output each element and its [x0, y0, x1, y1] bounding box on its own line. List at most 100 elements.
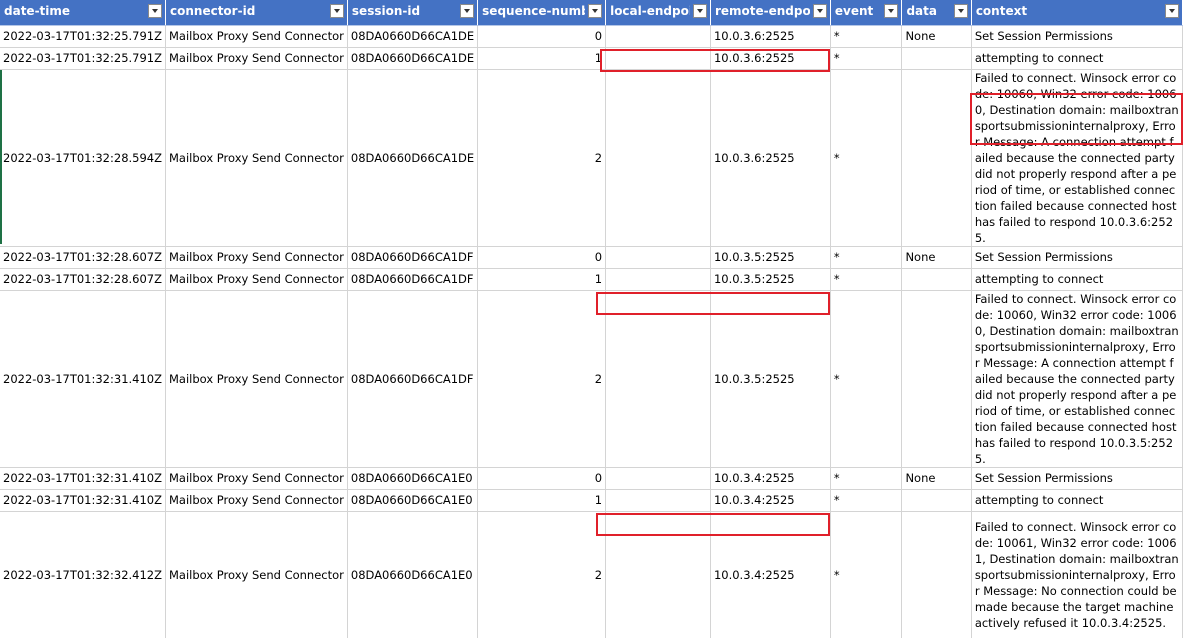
cell-context[interactable]: Failed to connect. Winsock error code: 1… [971, 290, 1183, 468]
cell-context[interactable]: Failed to connect. Winsock error code: 1… [971, 511, 1183, 638]
cell-remote-endpoint[interactable]: 10.0.3.4:2525 [710, 467, 831, 490]
filter-dropdown-icon[interactable] [148, 4, 162, 18]
table-row: 2022-03-17T01:32:31.410Z Mailbox Proxy Se… [0, 290, 1183, 468]
cell-event[interactable]: * [830, 47, 903, 70]
filter-dropdown-icon[interactable] [460, 4, 475, 18]
cell-data[interactable] [901, 268, 972, 291]
cell-event[interactable]: * [830, 69, 903, 247]
cell-session-id[interactable]: 08DA0660D66CA1E0 [347, 467, 479, 490]
cell-sequence-number[interactable]: 1 [477, 47, 607, 70]
filter-dropdown-icon[interactable] [884, 4, 899, 18]
cell-event[interactable]: * [830, 467, 903, 490]
cell-context[interactable]: attempting to connect [971, 489, 1183, 512]
column-header-connector-id[interactable]: connector-id [165, 0, 348, 26]
cell-sequence-number[interactable]: 0 [477, 25, 607, 48]
cell-event[interactable]: * [830, 25, 903, 48]
cell-local-endpoint[interactable] [605, 268, 711, 291]
cell-local-endpoint[interactable] [605, 467, 711, 490]
cell-context[interactable]: Set Session Permissions [971, 467, 1183, 490]
cell-connector-id[interactable]: Mailbox Proxy Send Connector [165, 25, 348, 48]
cell-connector-id[interactable]: Mailbox Proxy Send Connector [165, 489, 348, 512]
cell-local-endpoint[interactable] [605, 25, 711, 48]
cell-date-time[interactable]: 2022-03-17T01:32:28.607Z [0, 268, 166, 291]
cell-date-time[interactable]: 2022-03-17T01:32:25.791Z [0, 47, 166, 70]
cell-date-time[interactable]: 2022-03-17T01:32:25.791Z [0, 25, 166, 48]
cell-local-endpoint[interactable] [605, 47, 711, 70]
cell-remote-endpoint[interactable]: 10.0.3.6:2525 [710, 47, 831, 70]
column-header-date-time[interactable]: date-time [0, 0, 166, 26]
column-header-remote-endpoint[interactable]: remote-endpoint [710, 0, 831, 26]
cell-sequence-number[interactable]: 1 [477, 268, 607, 291]
cell-data[interactable]: None [901, 25, 972, 48]
cell-connector-id[interactable]: Mailbox Proxy Send Connector [165, 467, 348, 490]
column-header-data[interactable]: data [901, 0, 972, 26]
filter-dropdown-icon[interactable] [812, 4, 827, 18]
cell-context[interactable]: Set Session Permissions [971, 246, 1183, 269]
filter-dropdown-icon[interactable] [692, 4, 707, 18]
cell-local-endpoint[interactable] [605, 290, 711, 468]
cell-sequence-number[interactable]: 1 [477, 489, 607, 512]
cell-event[interactable]: * [830, 489, 903, 512]
column-header-session-id[interactable]: session-id [347, 0, 479, 26]
cell-connector-id[interactable]: Mailbox Proxy Send Connector [165, 511, 348, 638]
cell-remote-endpoint[interactable]: 10.0.3.5:2525 [710, 268, 831, 291]
cell-data[interactable] [901, 69, 972, 247]
filter-dropdown-icon[interactable] [588, 4, 603, 18]
cell-sequence-number[interactable]: 0 [477, 246, 607, 269]
cell-connector-id[interactable]: Mailbox Proxy Send Connector [165, 268, 348, 291]
cell-date-time[interactable]: 2022-03-17T01:32:28.594Z [0, 69, 166, 247]
cell-sequence-number[interactable]: 2 [477, 290, 607, 468]
cell-session-id[interactable]: 08DA0660D66CA1DF [347, 290, 479, 468]
cell-remote-endpoint[interactable]: 10.0.3.6:2525 [710, 69, 831, 247]
filter-dropdown-icon[interactable] [329, 4, 344, 18]
cell-data[interactable]: None [901, 246, 972, 269]
cell-data[interactable] [901, 47, 972, 70]
cell-session-id[interactable]: 08DA0660D66CA1DE [347, 69, 479, 247]
cell-data[interactable]: None [901, 467, 972, 490]
column-header-event[interactable]: event [830, 0, 903, 26]
cell-date-time[interactable]: 2022-03-17T01:32:31.410Z [0, 489, 166, 512]
cell-local-endpoint[interactable] [605, 511, 711, 638]
cell-event[interactable]: * [830, 246, 903, 269]
cell-date-time[interactable]: 2022-03-17T01:32:31.410Z [0, 290, 166, 468]
cell-session-id[interactable]: 08DA0660D66CA1DF [347, 268, 479, 291]
cell-context[interactable]: Failed to connect. Winsock error code: 1… [971, 69, 1183, 247]
cell-event[interactable]: * [830, 268, 903, 291]
cell-local-endpoint[interactable] [605, 489, 711, 512]
column-header-context[interactable]: context [971, 0, 1183, 26]
cell-sequence-number[interactable]: 0 [477, 467, 607, 490]
cell-context[interactable]: attempting to connect [971, 47, 1183, 70]
cell-local-endpoint[interactable] [605, 69, 711, 247]
cell-data[interactable] [901, 290, 972, 468]
cell-remote-endpoint[interactable]: 10.0.3.5:2525 [710, 290, 831, 468]
cell-connector-id[interactable]: Mailbox Proxy Send Connector [165, 290, 348, 468]
cell-date-time[interactable]: 2022-03-17T01:32:31.410Z [0, 467, 166, 490]
cell-local-endpoint[interactable] [605, 246, 711, 269]
cell-event[interactable]: * [830, 290, 903, 468]
cell-sequence-number[interactable]: 2 [477, 69, 607, 247]
column-header-sequence-number[interactable]: sequence-number [477, 0, 607, 26]
cell-remote-endpoint[interactable]: 10.0.3.6:2525 [710, 25, 831, 48]
cell-context[interactable]: Set Session Permissions [971, 25, 1183, 48]
cell-remote-endpoint[interactable]: 10.0.3.5:2525 [710, 246, 831, 269]
cell-session-id[interactable]: 08DA0660D66CA1DE [347, 47, 479, 70]
cell-connector-id[interactable]: Mailbox Proxy Send Connector [165, 69, 348, 247]
cell-session-id[interactable]: 08DA0660D66CA1DE [347, 25, 479, 48]
cell-event[interactable]: * [830, 511, 903, 638]
filter-dropdown-icon[interactable] [953, 4, 968, 18]
cell-session-id[interactable]: 08DA0660D66CA1E0 [347, 489, 479, 512]
cell-data[interactable] [901, 511, 972, 638]
cell-connector-id[interactable]: Mailbox Proxy Send Connector [165, 47, 348, 70]
cell-date-time[interactable]: 2022-03-17T01:32:32.412Z [0, 511, 166, 638]
cell-session-id[interactable]: 08DA0660D66CA1DF [347, 246, 479, 269]
cell-remote-endpoint[interactable]: 10.0.3.4:2525 [710, 511, 831, 638]
cell-date-time[interactable]: 2022-03-17T01:32:28.607Z [0, 246, 166, 269]
cell-sequence-number[interactable]: 2 [477, 511, 607, 638]
filter-dropdown-icon[interactable] [1165, 4, 1179, 18]
column-header-local-endpoint[interactable]: local-endpoint [605, 0, 711, 26]
cell-data[interactable] [901, 489, 972, 512]
cell-remote-endpoint[interactable]: 10.0.3.4:2525 [710, 489, 831, 512]
cell-session-id[interactable]: 08DA0660D66CA1E0 [347, 511, 479, 638]
cell-connector-id[interactable]: Mailbox Proxy Send Connector [165, 246, 348, 269]
cell-context[interactable]: attempting to connect [971, 268, 1183, 291]
